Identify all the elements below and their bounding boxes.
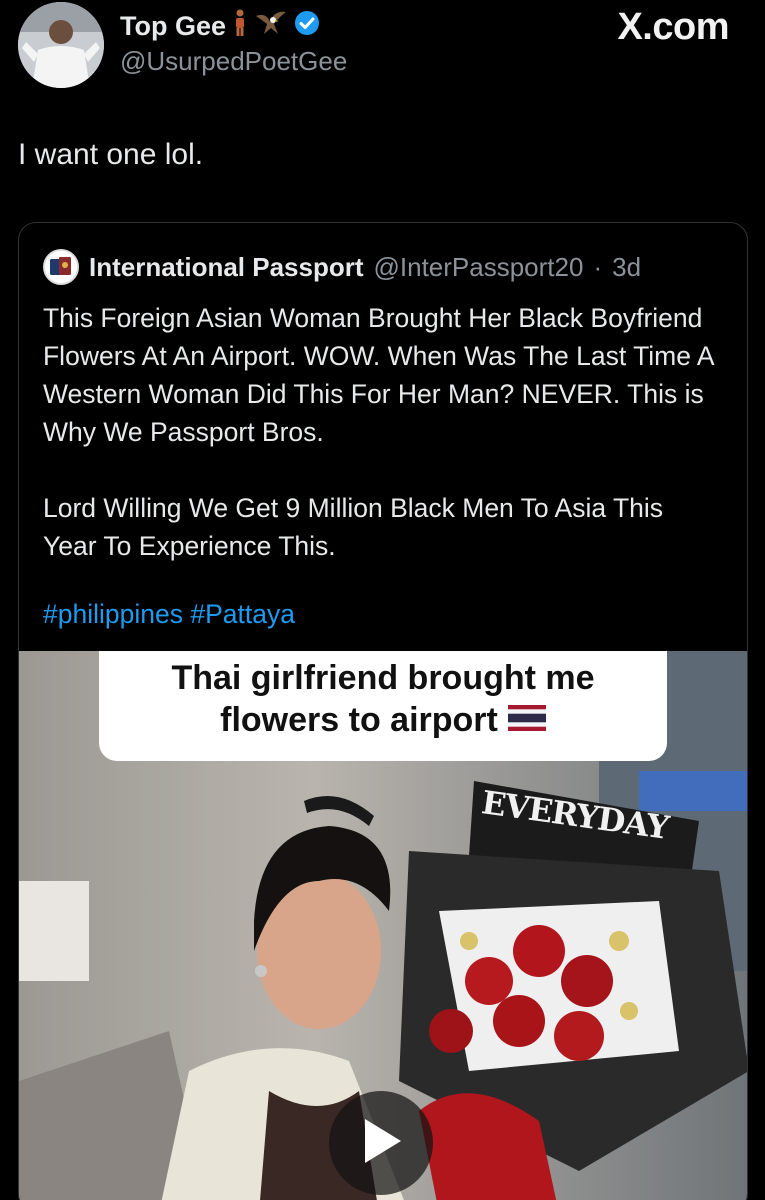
quoted-author-handle[interactable]: @InterPassport20 [374, 252, 584, 283]
tweet-screenshot: Top Gee @UsurpedPoetGee X.com I want one… [0, 0, 765, 1200]
thailand-flag-icon [507, 699, 546, 741]
hashtag-link[interactable]: #philippines [43, 599, 183, 629]
quoted-author-avatar[interactable] [43, 249, 79, 285]
quoted-tweet-card[interactable]: International Passport @InterPassport20 … [18, 222, 748, 1200]
hashtag-link[interactable]: #Pattaya [190, 599, 295, 629]
author-handle[interactable]: @UsurpedPoetGee [120, 46, 347, 77]
quoted-tweet-body: This Foreign Asian Woman Brought Her Bla… [43, 299, 723, 603]
video-media[interactable]: Thai girlfriend brought me flowers to ai… [19, 651, 747, 1200]
eagle-emoji-icon [254, 8, 288, 45]
verified-badge-icon [294, 10, 320, 43]
quoted-timestamp[interactable]: 3d [612, 252, 641, 283]
x-brand-logo: X.com [617, 6, 729, 48]
meta-separator: · [593, 251, 603, 282]
author-avatar[interactable] [18, 2, 104, 88]
hashtag-row: #philippines #Pattaya [43, 599, 295, 630]
caption-line: flowers to airport [220, 701, 498, 739]
author-display-name[interactable]: Top Gee [120, 11, 226, 42]
caption-line-2: flowers to airport [99, 699, 667, 741]
caption-line: Thai girlfriend brought me [171, 659, 595, 697]
video-caption: Thai girlfriend brought me flowers to ai… [99, 651, 667, 761]
person-emoji-icon [232, 9, 248, 44]
quoted-paragraph: This Foreign Asian Woman Brought Her Bla… [43, 303, 714, 447]
quoted-tweet-header: International Passport @InterPassport20 … [43, 249, 641, 285]
tweet-text: I want one lol. [18, 138, 204, 171]
play-button[interactable] [329, 1091, 433, 1195]
quoted-author-name[interactable]: International Passport [89, 252, 364, 283]
quoted-paragraph: Lord Willing We Get 9 Million Black Men … [43, 493, 664, 561]
play-icon [359, 1117, 403, 1170]
author-name-row[interactable]: Top Gee [120, 8, 320, 45]
